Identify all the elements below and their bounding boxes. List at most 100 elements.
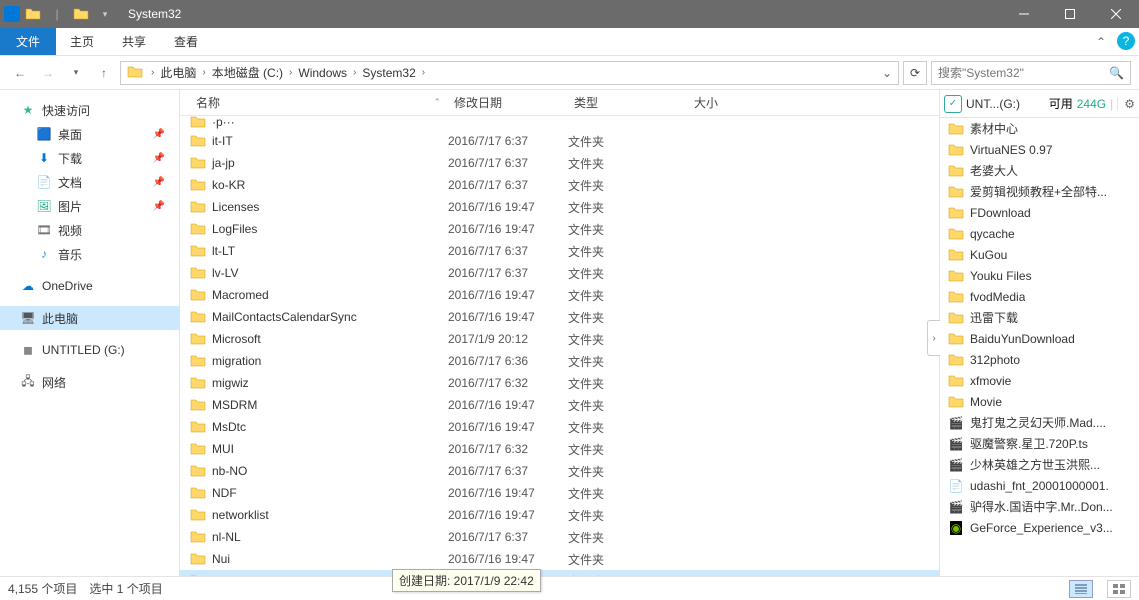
- preview-item[interactable]: Movie: [940, 391, 1139, 412]
- help-icon[interactable]: ?: [1117, 32, 1135, 50]
- preview-item[interactable]: 🎬鬼打鬼之灵幻天师.Mad....: [940, 412, 1139, 433]
- nav-quick-access[interactable]: ★ 快速访问: [0, 98, 179, 122]
- chevron-right-icon[interactable]: ›: [287, 67, 294, 78]
- nav-onedrive[interactable]: ☁ OneDrive: [0, 274, 179, 298]
- gear-icon[interactable]: ⚙: [1117, 97, 1135, 111]
- file-type: 文件夹: [568, 397, 688, 414]
- file-row[interactable]: lv-LV2016/7/17 6:37文件夹: [180, 262, 939, 284]
- ribbon-tab[interactable]: 主页: [56, 28, 108, 55]
- back-button[interactable]: ←: [8, 61, 32, 85]
- file-row-truncated[interactable]: ·p···: [180, 116, 939, 130]
- qa-paste-icon[interactable]: [70, 3, 92, 25]
- nav-quick-item[interactable]: ♪音乐: [0, 242, 179, 266]
- preview-item[interactable]: 312photo: [940, 349, 1139, 370]
- file-row[interactable]: MSDRM2016/7/16 19:47文件夹: [180, 394, 939, 416]
- folder-icon: [948, 373, 964, 389]
- nav-quick-item[interactable]: 🎞视频: [0, 218, 179, 242]
- file-row[interactable]: lt-LT2016/7/17 6:37文件夹: [180, 240, 939, 262]
- file-row[interactable]: MailContactsCalendarSync2016/7/16 19:47文…: [180, 306, 939, 328]
- view-icons-button[interactable]: [1107, 580, 1131, 598]
- preview-item[interactable]: 🎬驴得水.国语中字.Mr..Don...: [940, 496, 1139, 517]
- refresh-button[interactable]: ⟳: [903, 61, 927, 85]
- preview-item[interactable]: BaiduYunDownload: [940, 328, 1139, 349]
- file-row[interactable]: it-IT2016/7/17 6:37文件夹: [180, 130, 939, 152]
- nav-this-pc[interactable]: 🖥 此电脑: [0, 306, 179, 330]
- preview-item[interactable]: KuGou: [940, 244, 1139, 265]
- nav-quick-item[interactable]: 🟦桌面📌: [0, 122, 179, 146]
- preview-item[interactable]: 爱剪辑视频教程+全部特...: [940, 181, 1139, 202]
- file-row[interactable]: oem2017/1/9 22:40文件夹: [180, 570, 939, 576]
- recent-dropdown[interactable]: ▾: [64, 61, 88, 85]
- breadcrumb-item[interactable]: 本地磁盘 (C:): [208, 62, 287, 84]
- preview-item[interactable]: Youku Files: [940, 265, 1139, 286]
- collapse-pane-button[interactable]: ›: [927, 320, 940, 356]
- file-row[interactable]: Nui2016/7/16 19:47文件夹: [180, 548, 939, 570]
- file-row[interactable]: migwiz2016/7/17 6:32文件夹: [180, 372, 939, 394]
- qa-folder-icon[interactable]: [22, 3, 44, 25]
- file-row[interactable]: networklist2016/7/16 19:47文件夹: [180, 504, 939, 526]
- maximize-button[interactable]: [1047, 0, 1093, 28]
- breadcrumb-item[interactable]: Windows: [294, 62, 351, 84]
- minimize-button[interactable]: [1001, 0, 1047, 28]
- file-date: 2016/7/16 19:47: [448, 552, 568, 566]
- chevron-right-icon[interactable]: ›: [351, 67, 358, 78]
- up-button[interactable]: ↑: [92, 61, 116, 85]
- file-row[interactable]: NDF2016/7/16 19:47文件夹: [180, 482, 939, 504]
- preview-item[interactable]: 迅雷下载: [940, 307, 1139, 328]
- nav-pane[interactable]: ★ 快速访问 🟦桌面📌⬇下载📌📄文档📌🖼图片📌🎞视频♪音乐 ☁ OneDrive…: [0, 90, 180, 576]
- breadcrumb-item[interactable]: 此电脑: [156, 62, 200, 84]
- preview-item[interactable]: 素材中心: [940, 118, 1139, 139]
- address-bar[interactable]: › 此电脑 › 本地磁盘 (C:) › Windows › System32 ›…: [120, 61, 899, 85]
- preview-item[interactable]: 📄udashi_fnt_20001000001.: [940, 475, 1139, 496]
- preview-item[interactable]: VirtuaNES 0.97: [940, 139, 1139, 160]
- file-row[interactable]: nb-NO2016/7/17 6:37文件夹: [180, 460, 939, 482]
- close-button[interactable]: [1093, 0, 1139, 28]
- file-row[interactable]: Microsoft2017/1/9 20:12文件夹: [180, 328, 939, 350]
- search-icon[interactable]: 🔍: [1109, 66, 1124, 80]
- address-dropdown-icon[interactable]: ⌄: [878, 66, 896, 80]
- preview-item[interactable]: 老婆大人: [940, 160, 1139, 181]
- breadcrumb-item[interactable]: System32: [358, 62, 419, 84]
- column-type[interactable]: 类型: [568, 90, 688, 115]
- chevron-right-icon[interactable]: ›: [420, 67, 427, 78]
- view-details-button[interactable]: [1069, 580, 1093, 598]
- file-row[interactable]: ja-jp2016/7/17 6:37文件夹: [180, 152, 939, 174]
- preview-item[interactable]: 🎬驱魔警察.星卫.720P.ts: [940, 433, 1139, 454]
- forward-button[interactable]: →: [36, 61, 60, 85]
- qa-dropdown-icon[interactable]: ▾: [94, 3, 116, 25]
- search-input[interactable]: [938, 66, 1109, 80]
- column-size[interactable]: 大小: [688, 90, 768, 115]
- preview-item[interactable]: FDownload: [940, 202, 1139, 223]
- nav-drive[interactable]: ◼ UNTITLED (G:): [0, 338, 179, 362]
- file-row[interactable]: MsDtc2016/7/16 19:47文件夹: [180, 416, 939, 438]
- nav-network[interactable]: 🖧 网络: [0, 370, 179, 394]
- column-name[interactable]: 名称⌃: [190, 90, 448, 115]
- nav-quick-item[interactable]: 📄文档📌: [0, 170, 179, 194]
- file-row[interactable]: Macromed2016/7/16 19:47文件夹: [180, 284, 939, 306]
- file-row[interactable]: ko-KR2016/7/17 6:37文件夹: [180, 174, 939, 196]
- file-row[interactable]: migration2016/7/17 6:36文件夹: [180, 350, 939, 372]
- chevron-right-icon[interactable]: ›: [149, 67, 156, 78]
- preview-item[interactable]: ◉GeForce_Experience_v3...: [940, 517, 1139, 538]
- ribbon-expand-icon[interactable]: ⌃: [1089, 28, 1113, 55]
- ribbon-tab[interactable]: 查看: [160, 28, 212, 55]
- file-row[interactable]: nl-NL2016/7/17 6:37文件夹: [180, 526, 939, 548]
- drive-label[interactable]: UNT...(G:): [966, 97, 1045, 111]
- preview-item[interactable]: xfmovie: [940, 370, 1139, 391]
- file-row[interactable]: MUI2016/7/17 6:32文件夹: [180, 438, 939, 460]
- file-name: MsDtc: [212, 420, 246, 434]
- preview-item[interactable]: fvodMedia: [940, 286, 1139, 307]
- chevron-right-icon[interactable]: ›: [200, 67, 207, 78]
- search-box[interactable]: 🔍: [931, 61, 1131, 85]
- column-date[interactable]: 修改日期: [448, 90, 568, 115]
- file-row[interactable]: LogFiles2016/7/16 19:47文件夹: [180, 218, 939, 240]
- file-list[interactable]: ·p··· it-IT2016/7/17 6:37文件夹ja-jp2016/7/…: [180, 116, 939, 576]
- ribbon-file[interactable]: 文件: [0, 28, 56, 55]
- file-row[interactable]: Licenses2016/7/16 19:47文件夹: [180, 196, 939, 218]
- nav-quick-item[interactable]: ⬇下载📌: [0, 146, 179, 170]
- preview-item[interactable]: qycache: [940, 223, 1139, 244]
- ribbon-tab[interactable]: 共享: [108, 28, 160, 55]
- nav-quick-item[interactable]: 🖼图片📌: [0, 194, 179, 218]
- preview-list[interactable]: 素材中心VirtuaNES 0.97老婆大人爱剪辑视频教程+全部特...FDow…: [940, 118, 1139, 576]
- preview-item[interactable]: 🎬少林英雄之方世玉洪熙...: [940, 454, 1139, 475]
